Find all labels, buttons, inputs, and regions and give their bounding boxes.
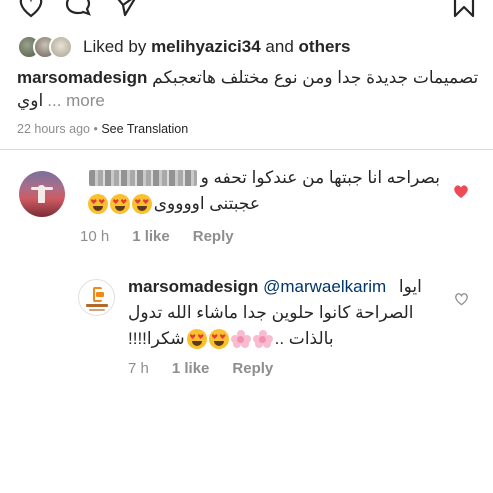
- likes-others-link[interactable]: others: [299, 37, 351, 56]
- caption-line-2: اوي ... more: [17, 89, 479, 112]
- caption-line-1: marsomadesign تصميمات جديدة جدا ومن نوع …: [17, 66, 479, 89]
- reply-text-thanks: شكرا!!!!: [128, 329, 185, 348]
- avatar: [49, 35, 73, 59]
- avatar[interactable]: [78, 279, 115, 316]
- comment-text-continued: عجبتنى اووووى: [153, 194, 260, 213]
- reply-text-especially: بالذات ..: [274, 329, 334, 348]
- comment-timestamp: 10 h: [80, 228, 110, 245]
- see-translation-link[interactable]: See Translation: [101, 122, 188, 136]
- avatar[interactable]: [19, 171, 65, 217]
- heart-outline-icon[interactable]: [454, 292, 469, 306]
- cherry-blossom-icon: [230, 330, 251, 348]
- reply-mention-link[interactable]: @marwaelkarim: [263, 277, 386, 296]
- likes-prefix: Liked by: [83, 37, 147, 56]
- bookmark-icon[interactable]: [452, 0, 476, 18]
- comment-text: بصراحه انا جبتها من عندكوا تحفه و: [200, 168, 440, 187]
- post-caption: marsomadesign تصميمات جديدة جدا ومن نوع …: [17, 66, 479, 112]
- likes-user-link[interactable]: melihyazici34: [151, 37, 261, 56]
- comment-actions: 10 h 1 like Reply: [80, 228, 234, 245]
- reply-button[interactable]: Reply: [232, 360, 273, 377]
- filled-heart-icon[interactable]: [453, 184, 469, 199]
- reply-line-2: الصراحة كانوا حلوين جدا ماشاء الله تدول: [128, 300, 438, 326]
- reply-text-continued: الصراحة كانوا حلوين جدا ماشاء الله تدول: [128, 303, 414, 322]
- heart-icon[interactable]: [17, 0, 45, 18]
- comment-line-2: عجبتنى اووووى: [80, 192, 260, 216]
- comment-body: بصراحه انا جبتها من عندكوا تحفه و عجبتنى…: [80, 166, 440, 216]
- reply-actions: 7 h 1 like Reply: [128, 360, 273, 377]
- post-action-bar: [0, 0, 493, 22]
- post-meta: 22 hours ago • See Translation: [17, 122, 188, 136]
- comment-icon[interactable]: [64, 0, 92, 18]
- caption-text: تصميمات جديدة جدا ومن نوع مختلف هاتعجبكم: [152, 68, 479, 87]
- reply-body: marsomadesign @marwaelkarim ايوا الصراحة…: [128, 274, 438, 352]
- heart-eyes-emoji-icon: [109, 194, 130, 214]
- caption-text-continued: اوي: [17, 91, 44, 110]
- post-timestamp: 22 hours ago: [17, 122, 90, 136]
- divider: [0, 149, 493, 150]
- reply-timestamp: 7 h: [128, 360, 149, 377]
- comment-likes-link[interactable]: 1 like: [132, 228, 170, 245]
- reply-username[interactable]: marsomadesign: [128, 277, 258, 296]
- heart-eyes-emoji-icon: [87, 194, 108, 214]
- likes-summary[interactable]: Liked by melihyazici34 and others: [17, 34, 351, 60]
- reply-text: ايوا: [398, 277, 422, 296]
- heart-eyes-emoji-icon: [186, 329, 207, 349]
- commenter-username-blurred[interactable]: [88, 170, 197, 186]
- share-icon[interactable]: [113, 0, 139, 18]
- reply-line-3: شكرا!!!! بالذات ..: [128, 326, 438, 352]
- caption-username[interactable]: marsomadesign: [17, 68, 147, 87]
- heart-eyes-emoji-icon: [208, 329, 229, 349]
- reply-likes-link[interactable]: 1 like: [172, 360, 210, 377]
- reply-button[interactable]: Reply: [193, 228, 234, 245]
- likes-joiner: and: [265, 37, 294, 56]
- reply-line-1: marsomadesign @marwaelkarim ايوا: [128, 274, 438, 300]
- liker-avatars: [17, 34, 77, 60]
- caption-more-link[interactable]: ... more: [47, 89, 105, 112]
- cherry-blossom-icon: [252, 330, 273, 348]
- meta-separator: •: [93, 122, 98, 136]
- comment-line-1: بصراحه انا جبتها من عندكوا تحفه و: [80, 166, 440, 190]
- heart-eyes-emoji-icon: [131, 194, 152, 214]
- likes-text: Liked by melihyazici34 and others: [83, 37, 351, 57]
